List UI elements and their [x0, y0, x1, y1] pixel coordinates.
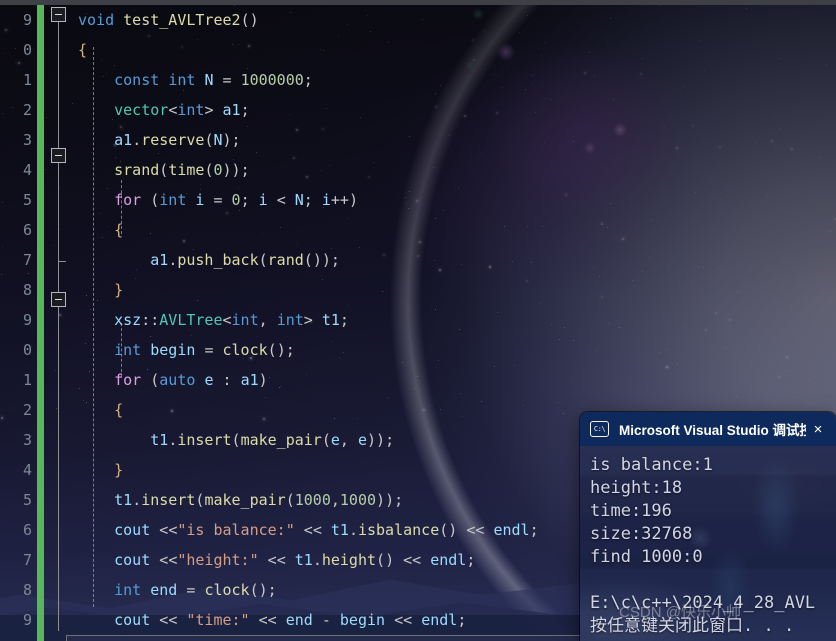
screenshot-root: 901234567890123456789012345 void test_AV…	[0, 0, 836, 641]
line-number: 1	[22, 371, 32, 389]
structure-tick	[58, 261, 66, 262]
close-icon[interactable]: ×	[806, 421, 830, 438]
line-number: 7	[22, 251, 32, 269]
console-prompt-line: 按任意键关闭此窗口. . .	[590, 616, 795, 636]
console-path-line: E:\c\c++\2024_4_28_AVL	[590, 593, 816, 613]
code-line[interactable]: vector<int> a1;	[72, 95, 836, 125]
console-body[interactable]: is balance:1 height:18 time:196 size:32768 f…	[580, 446, 836, 641]
line-number: 8	[22, 281, 32, 299]
structure-line	[58, 261, 59, 321]
line-number-gutter: 901234567890123456789012345	[0, 5, 36, 641]
line-number: 3	[22, 131, 32, 149]
line-number: 0	[0, 635, 32, 641]
code-line[interactable]: void test_AVLTree2()	[72, 5, 836, 35]
code-line[interactable]: for (auto e : a1)	[72, 365, 836, 395]
code-line[interactable]: xsz::AVLTree<int, int> t1;	[72, 305, 836, 335]
code-line[interactable]: {	[72, 215, 836, 245]
change-indicator-bar	[37, 5, 44, 641]
line-number: 7	[22, 551, 32, 569]
code-line[interactable]: a1.reserve(N);	[72, 125, 836, 155]
line-number: 9	[22, 11, 32, 29]
collapse-toggle-for-loop-1[interactable]	[51, 148, 66, 163]
line-number: 0	[22, 41, 32, 59]
line-number: 6	[22, 221, 32, 239]
code-line[interactable]: }	[72, 275, 836, 305]
line-number: 9	[22, 611, 32, 629]
code-line[interactable]: srand(time(0));	[72, 155, 836, 185]
code-line[interactable]: int begin = clock();	[72, 335, 836, 365]
line-number: 4	[22, 161, 32, 179]
console-line: is balance:1	[590, 455, 713, 475]
structure-line	[58, 19, 59, 261]
collapse-toggle-for-loop-2[interactable]	[51, 292, 66, 307]
console-line: height:18	[590, 478, 683, 498]
console-title: Microsoft Visual Studio 调试控制台	[619, 423, 806, 438]
structure-line	[58, 321, 59, 631]
console-output: is balance:1 height:18 time:196 size:32768 f…	[580, 446, 836, 641]
line-number: 2	[22, 101, 32, 119]
code-line[interactable]: a1.push_back(rand());	[72, 245, 836, 275]
line-number: 3	[22, 431, 32, 449]
code-line[interactable]: for (int i = 0; i < N; i++)	[72, 185, 836, 215]
collapse-toggle-function[interactable]	[51, 7, 66, 22]
console-line: size:32768	[590, 524, 693, 544]
code-folding-column[interactable]	[46, 5, 72, 641]
debug-console-window[interactable]: C:\ Microsoft Visual Studio 调试控制台 × is b…	[580, 412, 836, 641]
line-number: 8	[22, 581, 32, 599]
console-line: time:196	[590, 501, 672, 521]
line-number: 0	[22, 341, 32, 359]
console-line: find 1000:0	[590, 547, 703, 567]
line-number: 2	[22, 401, 32, 419]
line-number: 9	[22, 311, 32, 329]
line-number: 4	[22, 461, 32, 479]
terminal-icon: C:\	[590, 421, 609, 437]
line-number: 5	[22, 491, 32, 509]
console-titlebar[interactable]: C:\ Microsoft Visual Studio 调试控制台 ×	[580, 412, 836, 446]
code-line[interactable]: const int N = 1000000;	[72, 65, 836, 95]
code-line[interactable]: {	[72, 35, 836, 65]
line-number: 6	[22, 521, 32, 539]
line-number: 5	[22, 191, 32, 209]
line-number: 1	[22, 71, 32, 89]
